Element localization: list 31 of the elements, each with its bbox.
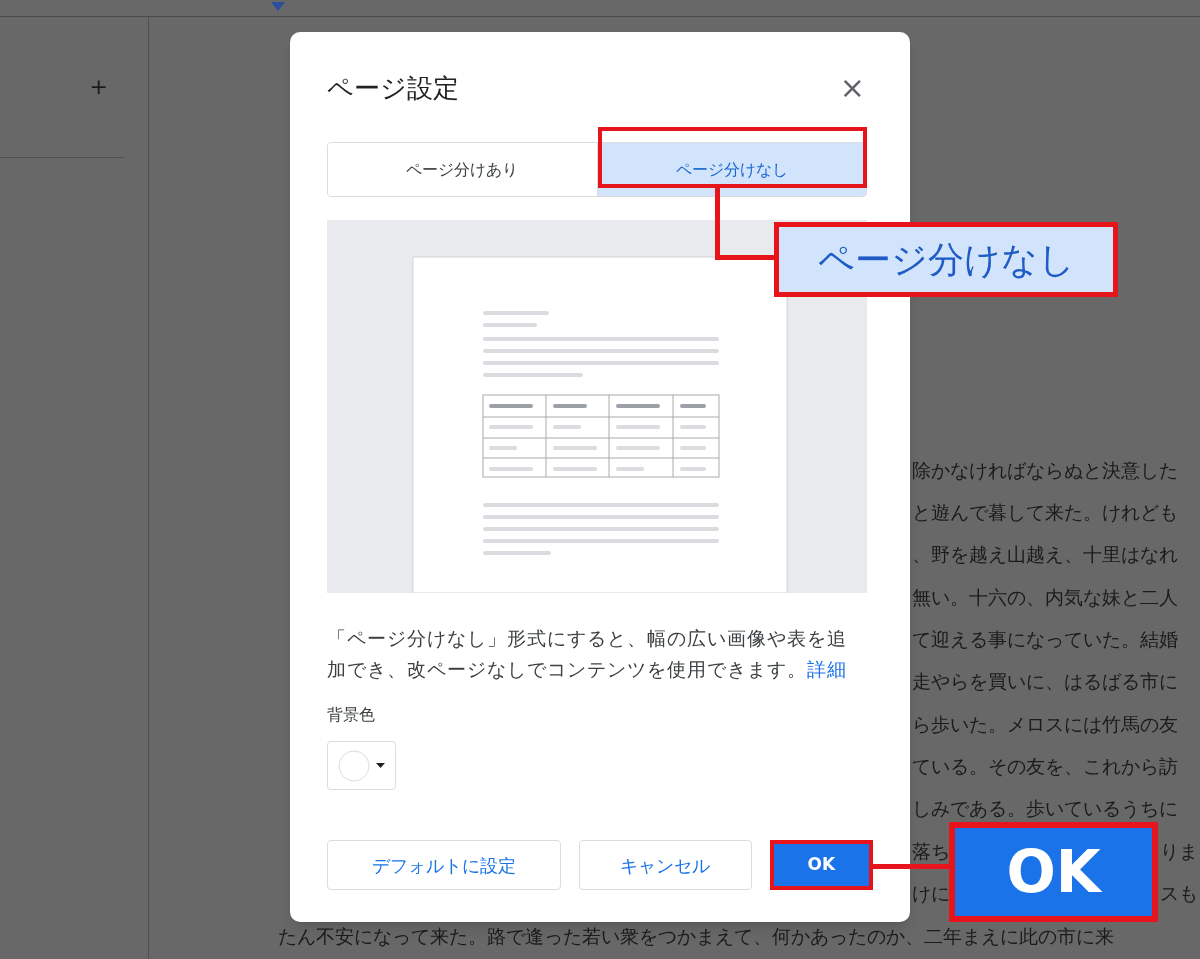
dialog-title: ページ設定 xyxy=(327,71,459,105)
layout-tab[interactable]: ページ分けなし xyxy=(596,143,866,196)
add-button[interactable]: + xyxy=(89,76,108,98)
close-button[interactable]: × xyxy=(839,73,865,103)
callout-label: ページ分けなし xyxy=(774,222,1118,297)
body-text: と遊んで暮して来た。けれども xyxy=(912,500,1178,526)
body-text: 落ち xyxy=(912,838,950,864)
color-picker-button[interactable] xyxy=(327,741,396,790)
color-swatch-icon xyxy=(338,749,370,782)
body-text: 走やらを買いに、はるばる市に xyxy=(912,669,1178,695)
dialog-button[interactable]: デフォルトに設定 xyxy=(327,840,562,890)
body-text: けに xyxy=(912,880,950,906)
description-text: 「ページ分けなし」形式にすると、幅の広い画像や表を追加でき、改ページなしでコンテンツを使用できます。詳細 xyxy=(327,626,848,682)
body-text: しみである。歩いているうちに xyxy=(912,796,1178,822)
body-text: 無い。十六の、内気な妹と二人 xyxy=(912,584,1178,610)
body-text: たん不安になって来た。路で逢った若い衆をつかまえて、何かあったのか、二年まえに此の市に来 xyxy=(278,925,1114,947)
body-text: スも xyxy=(1160,880,1198,906)
background-color-label: 背景色 xyxy=(327,704,376,726)
leader-line xyxy=(715,188,777,260)
callout-label: OK xyxy=(949,822,1158,922)
details-link[interactable]: 詳細 xyxy=(807,658,847,680)
body-text: 、野を越え山越え、十里はなれ xyxy=(912,542,1178,568)
body-text: ら歩いた。メロスには竹馬の友 xyxy=(912,711,1178,737)
body-text: 除かなければならぬと決意した xyxy=(912,457,1178,483)
caret-icon xyxy=(376,762,385,769)
indent-marker-icon[interactable] xyxy=(270,0,286,12)
dialog-button[interactable]: キャンセル xyxy=(579,840,752,890)
body-text: ている。その友を、これから訪 xyxy=(912,753,1178,779)
ok-button[interactable]: OK xyxy=(769,840,873,890)
body-text: て迎える事になっていた。結婚 xyxy=(912,627,1178,653)
body-text: りま xyxy=(1160,838,1198,864)
